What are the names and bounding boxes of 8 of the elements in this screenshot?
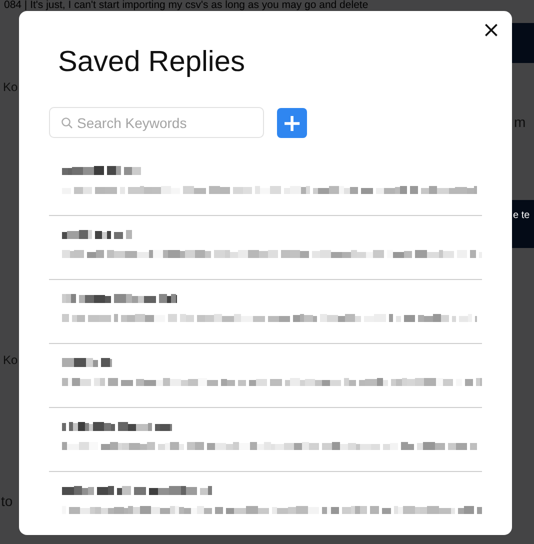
search-field[interactable]: Search Keywords [49,107,264,138]
message-text: 084 | It's just, I can't start importing my csv's as long as you may go and delete [4,0,368,11]
add-button[interactable]: + [277,108,307,138]
redacted-title [62,230,132,239]
close-button[interactable]: × [482,21,500,41]
redacted-title [62,358,112,367]
background-text: e te [513,210,530,221]
dialog-title: Saved Replies [58,45,246,80]
